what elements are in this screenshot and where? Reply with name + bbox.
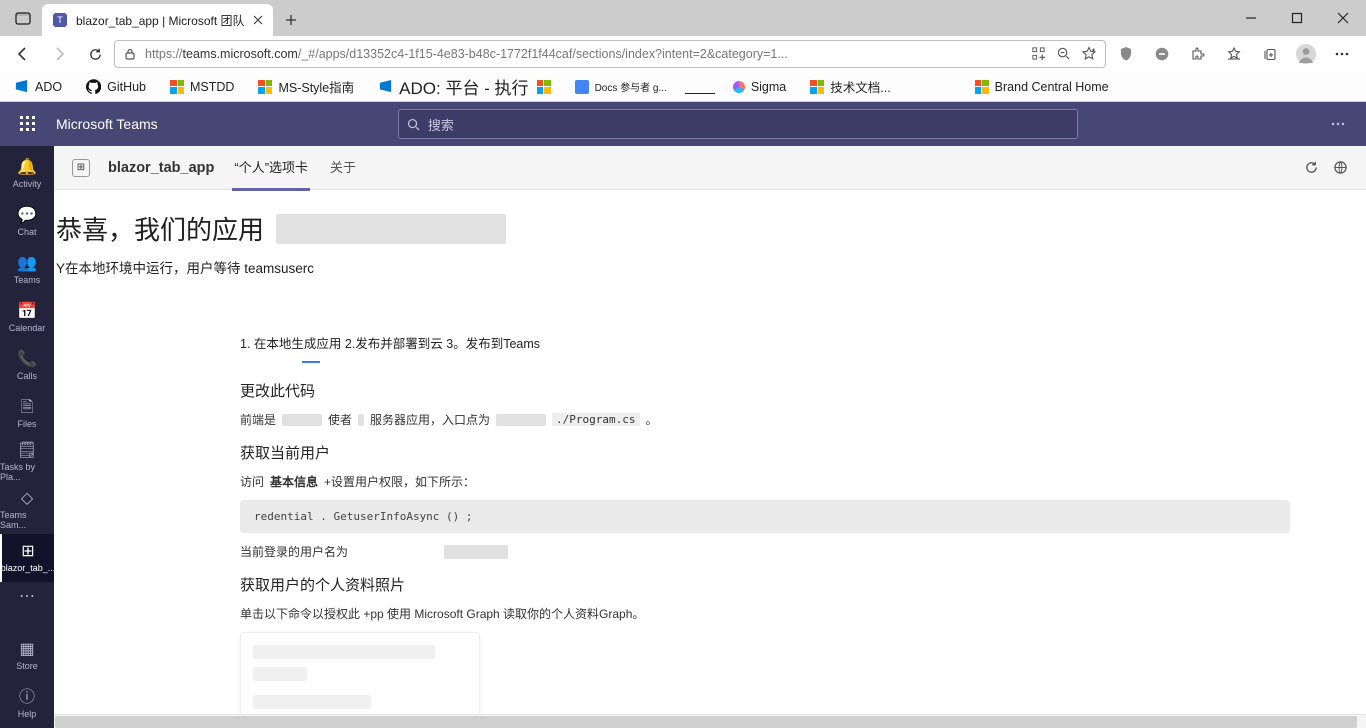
zoom-icon[interactable] <box>1056 46 1071 62</box>
bell-icon: 🔔 <box>17 160 37 176</box>
tab-favicon-teams-icon: T <box>52 12 68 28</box>
browser-more-icon[interactable] <box>1324 38 1360 70</box>
rail-chat[interactable]: 💬Chat <box>0 198 54 246</box>
bookmark-brandcentral[interactable]: Brand Central Home <box>969 78 1115 96</box>
page-subtitle: Y在本地环境中运行，用户等待 teamsuserc <box>56 261 314 276</box>
doc-icon <box>575 80 589 94</box>
rail-activity[interactable]: 🔔Activity <box>0 150 54 198</box>
ms-icon <box>258 80 272 94</box>
bookmark-techdocs[interactable]: 技术文档... <box>804 75 896 98</box>
github-icon <box>86 79 101 94</box>
browser-tab-active[interactable]: T blazor_tab_app | Microsoft 团队 <box>42 4 273 36</box>
people-icon: 👥 <box>17 256 37 272</box>
rail-teams[interactable]: 👥Teams <box>0 246 54 294</box>
rail-calls[interactable]: 📞Calls <box>0 342 54 390</box>
bookmark-ado[interactable]: ADO <box>8 77 68 96</box>
edit-code-line: 前端是 使者 服务器应用，入口点为 ./Program.cs 。 <box>240 411 1290 428</box>
rail-more-icon[interactable]: ⋯ <box>19 582 35 610</box>
ms-icon <box>810 80 824 94</box>
left-rail: 🔔Activity 💬Chat 👥Teams 📅Calendar 📞Calls … <box>0 146 54 728</box>
rail-files[interactable]: 🗎Files <box>0 390 54 438</box>
store-icon: ▦ <box>19 642 34 658</box>
step-underline <box>302 361 320 363</box>
new-tab-button[interactable] <box>273 4 309 36</box>
bookmark-sigma[interactable]: Sigma <box>727 78 792 96</box>
refresh-tab-icon[interactable] <box>1304 160 1319 175</box>
window-minimize-button[interactable] <box>1228 0 1274 36</box>
collections-icon[interactable] <box>1252 38 1288 70</box>
app-launcher-icon[interactable] <box>8 104 48 144</box>
build-steps: 1. 在本地生成应用 2.发布并部署到云 3。发布到Teams <box>240 333 1290 352</box>
app-name: blazor_tab_app <box>108 160 214 176</box>
tasks-icon: 🗒 <box>17 443 37 459</box>
ms-icon <box>170 80 184 94</box>
teams-brand: Microsoft Teams <box>56 116 158 132</box>
current-user-line: 访问基本信息+设置用户权限，如下所示： <box>240 473 1290 490</box>
nav-refresh-button[interactable] <box>78 38 112 70</box>
teams-header-more-icon[interactable] <box>1318 116 1358 132</box>
rail-store[interactable]: ▦Store <box>0 632 54 680</box>
ado-icon <box>378 79 393 94</box>
profile-photo-line: 单击以下命令以授权此 +pp 使用 Microsoft Graph 读取你的个人… <box>240 605 1290 622</box>
app-icon: ⊞ <box>21 544 34 560</box>
file-icon: 🗎 <box>21 400 34 416</box>
popout-tab-icon[interactable] <box>1333 160 1348 175</box>
add-app-icon[interactable] <box>1031 46 1046 62</box>
nav-forward-button[interactable] <box>42 38 76 70</box>
logged-in-user: 当前登录的用户名为 <box>240 543 1290 560</box>
bookmarks-bar: ADO GitHub MSTDD MS-Style指南 ADO: 平台 - 执行… <box>0 72 1366 102</box>
bookmark-docs[interactable]: Docs 参与者 g... <box>569 77 673 96</box>
address-bar[interactable]: https://teams.microsoft.com/_#/apps/d133… <box>114 40 1106 68</box>
rail-blazor-app[interactable]: ⊞blazor_tab_... <box>0 534 54 582</box>
ms-icon <box>975 80 989 94</box>
teams-search-input[interactable]: 搜索 <box>398 109 1078 139</box>
favorite-star-icon[interactable] <box>1081 46 1097 62</box>
browser-tab-title: blazor_tab_app | Microsoft 团队 <box>76 12 245 29</box>
horizontal-scrollbar[interactable] <box>54 714 1366 728</box>
bookmark-adoplatform[interactable]: ADO: 平台 - 执行 <box>372 72 556 101</box>
tab-strip-icon[interactable] <box>4 0 42 36</box>
nav-back-button[interactable] <box>6 38 40 70</box>
ms-icon <box>537 80 551 94</box>
code-snippet: redential . GetuserInfoAsync () ; <box>240 500 1290 533</box>
app-page: 恭喜，我们的应用 Y在本地环境中运行，用户等待 teamsuserc 1. 在本… <box>54 190 1366 728</box>
ado-icon <box>14 79 29 94</box>
chat-icon: 💬 <box>17 208 37 224</box>
bookmark-msstyle[interactable]: MS-Style指南 <box>252 75 360 98</box>
redacted-block <box>276 214 506 244</box>
adblock-icon[interactable] <box>1144 38 1180 70</box>
section-current-user: 获取当前用户 <box>240 442 1290 463</box>
phone-icon: 📞 <box>17 352 37 368</box>
bookmark-divider <box>685 93 715 94</box>
app-header-icon: ⊞ <box>72 159 90 177</box>
url-text: https://teams.microsoft.com/_#/apps/d133… <box>145 47 788 61</box>
diamond-icon: ◇ <box>21 491 33 507</box>
svg-text:T: T <box>57 15 63 25</box>
rail-calendar[interactable]: 📅Calendar <box>0 294 54 342</box>
search-placeholder: 搜索 <box>428 115 454 134</box>
app-tabs: “个人”选项卡 关于 <box>232 145 358 191</box>
site-info-icon[interactable] <box>123 47 137 61</box>
profile-icon[interactable] <box>1288 38 1324 70</box>
bookmark-mstdd[interactable]: MSTDD <box>164 78 240 96</box>
extensions-icon[interactable] <box>1180 38 1216 70</box>
section-profile-photo: 获取用户的个人资料照片 <box>240 574 1290 595</box>
tab-about[interactable]: 关于 <box>328 145 358 191</box>
help-icon: ⓘ <box>19 690 35 706</box>
calendar-icon: 📅 <box>17 304 37 320</box>
section-edit-code: 更改此代码 <box>240 380 1290 401</box>
window-maximize-button[interactable] <box>1274 0 1320 36</box>
bookmark-github[interactable]: GitHub <box>80 77 152 96</box>
rail-teams-sample[interactable]: ◇Teams Sam... <box>0 486 54 534</box>
page-title: 恭喜，我们的应用 <box>56 210 264 247</box>
tab-close-icon[interactable] <box>253 15 263 25</box>
rail-tasks[interactable]: 🗒Tasks by Pla... <box>0 438 54 486</box>
search-icon <box>407 118 420 131</box>
window-close-button[interactable] <box>1320 0 1366 36</box>
rail-help[interactable]: ⓘHelp <box>0 680 54 728</box>
favorites-list-icon[interactable] <box>1216 38 1252 70</box>
shield-icon[interactable] <box>1108 38 1144 70</box>
tab-personal[interactable]: “个人”选项卡 <box>232 145 310 191</box>
figma-icon <box>733 81 745 93</box>
